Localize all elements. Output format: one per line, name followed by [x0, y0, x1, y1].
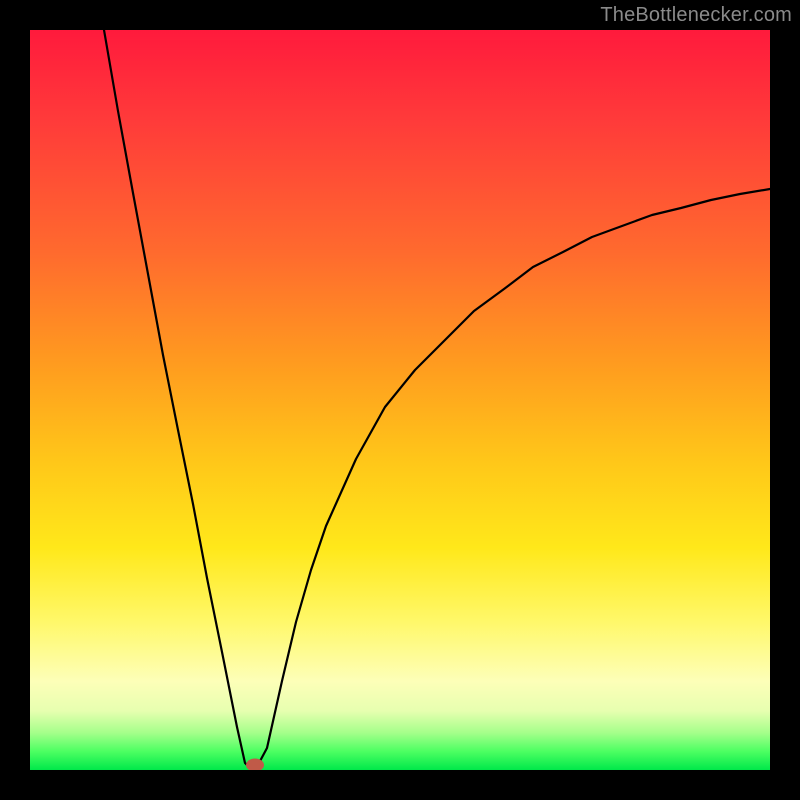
chart-frame: TheBottlenecker.com	[0, 0, 800, 800]
curve-layer	[30, 30, 770, 770]
watermark-text: TheBottlenecker.com	[600, 4, 792, 27]
bottleneck-curve	[104, 30, 770, 770]
plot-area	[30, 30, 770, 770]
